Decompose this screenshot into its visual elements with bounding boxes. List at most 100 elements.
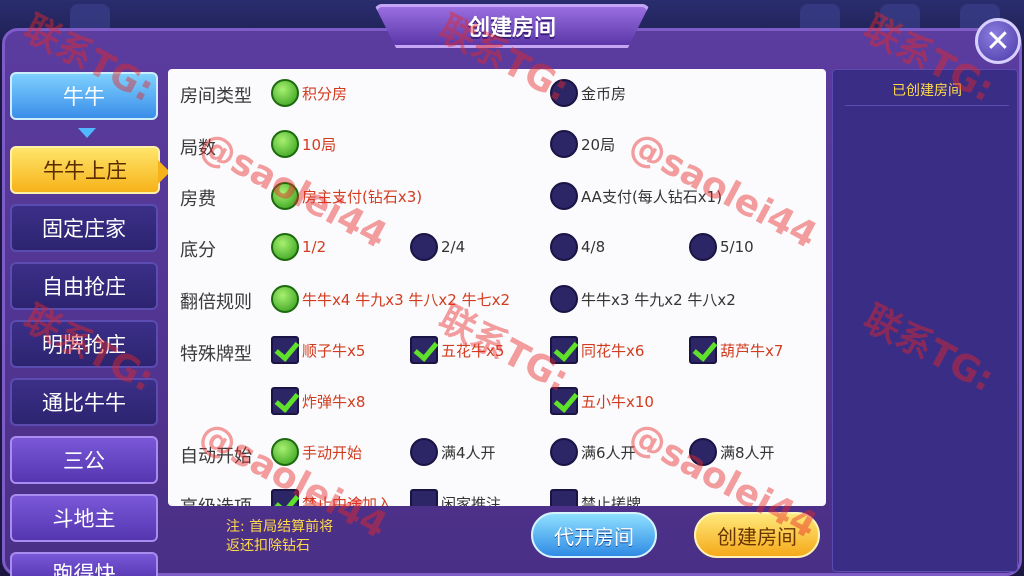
- special-hand-wuhua[interactable]: 五花牛x5: [410, 336, 504, 364]
- advanced-option-no-midjoin[interactable]: 禁止中途加入: [271, 489, 392, 506]
- option-label: 五小牛x10: [581, 392, 654, 411]
- special-hand-tonghua[interactable]: 同花牛x6: [550, 336, 644, 364]
- auto-start-label: 自动开始: [180, 446, 252, 467]
- expand-arrow-icon: [78, 128, 96, 138]
- option-label: 2/4: [441, 238, 466, 256]
- option-label: 房主支付(钻石x3): [302, 187, 423, 206]
- radio-checked-icon: [271, 182, 299, 210]
- room-type-option-gold[interactable]: 金币房: [550, 79, 626, 107]
- radio-unchecked-icon: [550, 79, 578, 107]
- special-hand-wuxiao[interactable]: 五小牛x10: [550, 387, 654, 415]
- checkbox-checked-icon: [550, 387, 578, 415]
- radio-checked-icon: [271, 285, 299, 313]
- fee-option-aa[interactable]: AA支付(每人钻石x1): [550, 182, 722, 210]
- room-type-option-points[interactable]: 积分房: [271, 79, 347, 107]
- checkbox-checked-icon: [410, 336, 438, 364]
- radio-unchecked-icon: [410, 438, 438, 466]
- option-label: 牛牛x4 牛九x3 牛八x2 牛七x2: [302, 290, 510, 309]
- diamond-refund-note: 注: 首局结算前将 返还扣除钻石: [226, 518, 333, 556]
- base-score-option-1-2[interactable]: 1/2: [271, 233, 326, 261]
- create-room-button[interactable]: 创建房间: [694, 512, 820, 558]
- radio-checked-icon: [271, 79, 299, 107]
- option-label: 满6人开: [581, 443, 636, 462]
- sidebar-subitem-label: 通比牛牛: [42, 391, 126, 415]
- base-score-option-4-8[interactable]: 4/8: [550, 233, 605, 261]
- advanced-options-label: 高级选项: [180, 493, 252, 506]
- checkbox-unchecked-icon: [550, 489, 578, 506]
- option-label: 五花牛x5: [441, 341, 505, 360]
- special-hand-hulu[interactable]: 葫芦牛x7: [689, 336, 783, 364]
- sidebar-subitem-label: 明牌抢庄: [42, 333, 126, 357]
- proxy-open-room-button[interactable]: 代开房间: [531, 512, 657, 558]
- checkbox-checked-icon: [271, 387, 299, 415]
- radio-unchecked-icon: [689, 233, 717, 261]
- base-score-label: 底分: [180, 240, 216, 261]
- option-label: 金币房: [581, 84, 627, 103]
- option-label: 满8人开: [720, 443, 775, 462]
- option-label: 葫芦牛x7: [720, 341, 784, 360]
- sidebar-subitem-label: 自由抢庄: [42, 275, 126, 299]
- option-label: 满4人开: [441, 443, 496, 462]
- sidebar-subitem-mingpai-qiangzhuang[interactable]: 明牌抢庄: [10, 320, 158, 368]
- base-score-option-5-10[interactable]: 5/10: [689, 233, 754, 261]
- option-label: 10局: [302, 135, 337, 154]
- dialog-title: 创建房间: [374, 4, 650, 48]
- auto-start-option-manual[interactable]: 手动开始: [271, 438, 362, 466]
- radio-unchecked-icon: [410, 233, 438, 261]
- option-label: 禁止搓牌: [581, 494, 642, 507]
- special-hand-zhadan[interactable]: 炸弹牛x8: [271, 387, 365, 415]
- option-label: 20局: [581, 135, 616, 154]
- close-button[interactable]: ✕: [975, 18, 1021, 64]
- fee-label: 房费: [180, 189, 216, 210]
- sidebar-item-label: 三公: [63, 449, 105, 473]
- radio-unchecked-icon: [689, 438, 717, 466]
- option-label: 5/10: [720, 238, 754, 256]
- rounds-option-10[interactable]: 10局: [271, 130, 336, 158]
- sidebar-item-label: 跑得快: [52, 562, 116, 576]
- option-label: 4/8: [581, 238, 606, 256]
- sidebar-item-doudizhu[interactable]: 斗地主: [10, 494, 158, 542]
- option-label: 同花牛x6: [581, 341, 645, 360]
- sidebar-subitem-label: 固定庄家: [42, 217, 126, 241]
- note-line-1: 注: 首局结算前将: [226, 519, 334, 535]
- multiplier-option-b[interactable]: 牛牛x3 牛九x2 牛八x2: [550, 285, 736, 313]
- checkbox-checked-icon: [271, 336, 299, 364]
- room-settings-panel: 房间类型 积分房 金币房 局数 10局 20局 房费 房主支付(钻石x3) AA…: [168, 69, 826, 506]
- sidebar-subitem-guding-zhuangjia[interactable]: 固定庄家: [10, 204, 158, 252]
- sidebar-subitem-ziyou-qiangzhuang[interactable]: 自由抢庄: [10, 262, 158, 310]
- checkbox-checked-icon: [271, 489, 299, 506]
- option-label: 积分房: [302, 84, 348, 103]
- advanced-option-no-squeeze[interactable]: 禁止搓牌: [550, 489, 641, 506]
- advanced-option-player-push[interactable]: 闲家推注: [410, 489, 501, 506]
- room-type-label: 房间类型: [180, 86, 252, 107]
- created-rooms-header: 已创建房间: [845, 74, 1009, 106]
- radio-unchecked-icon: [550, 285, 578, 313]
- note-line-2: 返还扣除钻石: [226, 538, 310, 554]
- radio-unchecked-icon: [550, 233, 578, 261]
- auto-start-option-8[interactable]: 满8人开: [689, 438, 775, 466]
- checkbox-checked-icon: [689, 336, 717, 364]
- multiplier-option-a[interactable]: 牛牛x4 牛九x3 牛八x2 牛七x2: [271, 285, 510, 313]
- button-label: 代开房间: [554, 524, 634, 549]
- special-hand-shunzi[interactable]: 顺子牛x5: [271, 336, 365, 364]
- radio-checked-icon: [271, 233, 299, 261]
- game-sidebar: 牛牛 牛牛上庄 固定庄家 自由抢庄 明牌抢庄 通比牛牛 三公 斗地主 跑得快: [10, 70, 170, 576]
- rounds-option-20[interactable]: 20局: [550, 130, 615, 158]
- sidebar-item-sangong[interactable]: 三公: [10, 436, 158, 484]
- button-label: 创建房间: [717, 524, 797, 549]
- special-hands-label: 特殊牌型: [180, 344, 252, 365]
- sidebar-item-niuniu[interactable]: 牛牛: [10, 72, 158, 120]
- fee-option-owner[interactable]: 房主支付(钻石x3): [271, 182, 422, 210]
- sidebar-item-paodekuai[interactable]: 跑得快: [10, 552, 158, 576]
- auto-start-option-4[interactable]: 满4人开: [410, 438, 496, 466]
- base-score-option-2-4[interactable]: 2/4: [410, 233, 465, 261]
- auto-start-option-6[interactable]: 满6人开: [550, 438, 636, 466]
- sidebar-subitem-tongbi-niuniu[interactable]: 通比牛牛: [10, 378, 158, 426]
- radio-checked-icon: [271, 130, 299, 158]
- created-rooms-panel: 已创建房间: [832, 69, 1018, 572]
- sidebar-subitem-niuniu-shangzhuang[interactable]: 牛牛上庄: [10, 146, 170, 194]
- checkbox-unchecked-icon: [410, 489, 438, 506]
- multiplier-label: 翻倍规则: [180, 292, 252, 313]
- option-label: 顺子牛x5: [302, 341, 366, 360]
- radio-checked-icon: [271, 438, 299, 466]
